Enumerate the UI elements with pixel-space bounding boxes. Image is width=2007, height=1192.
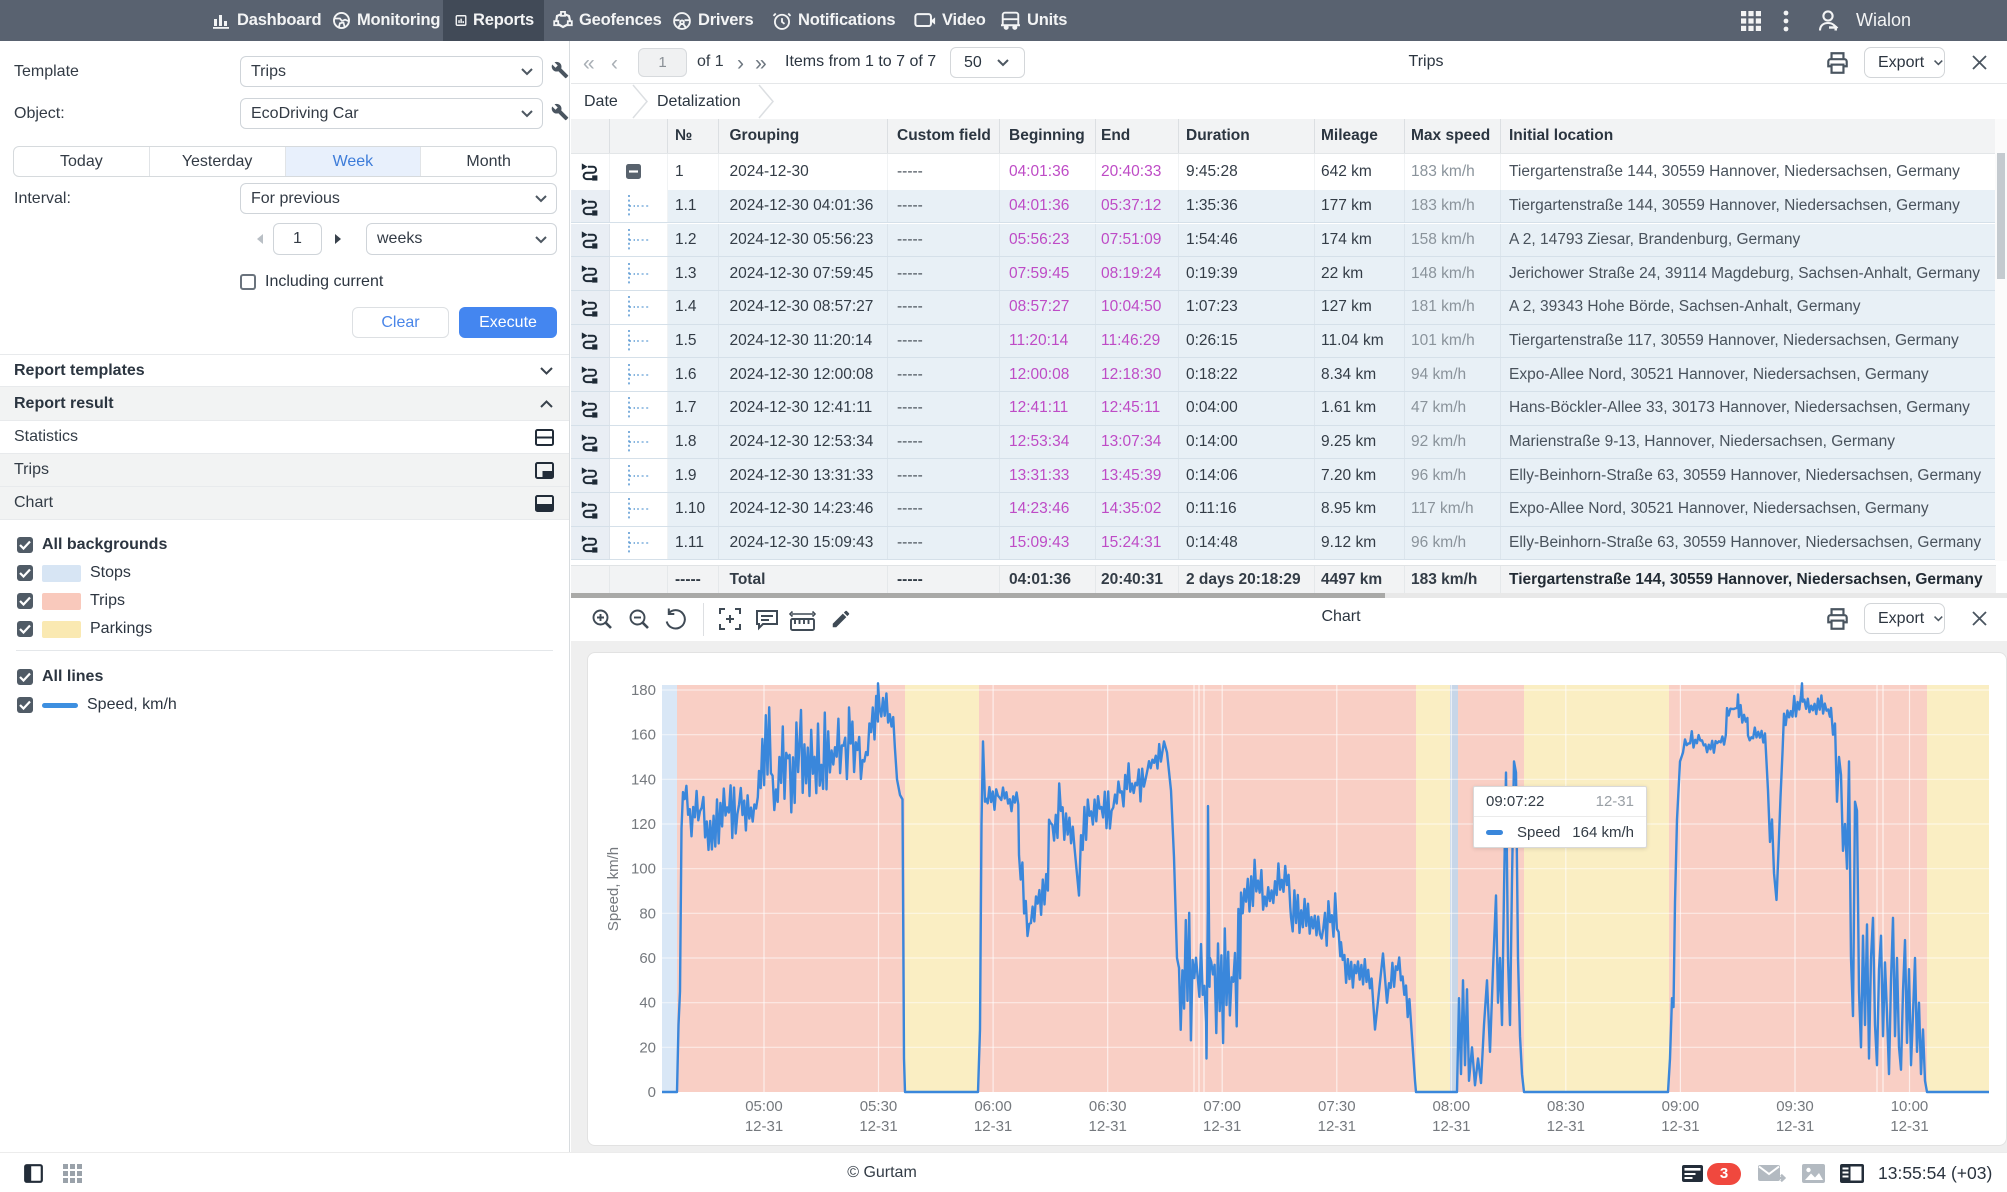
svg-text:09:30: 09:30 bbox=[1776, 1098, 1814, 1115]
svg-text:120: 120 bbox=[631, 816, 656, 833]
svg-text:12-31: 12-31 bbox=[859, 1118, 897, 1135]
svg-text:12-31: 12-31 bbox=[1890, 1118, 1928, 1135]
svg-text:100: 100 bbox=[631, 861, 656, 878]
svg-text:06:00: 06:00 bbox=[974, 1098, 1012, 1115]
svg-text:05:00: 05:00 bbox=[745, 1098, 783, 1115]
svg-text:12-31: 12-31 bbox=[1776, 1118, 1814, 1135]
svg-text:12-31: 12-31 bbox=[1432, 1118, 1470, 1135]
svg-text:09:00: 09:00 bbox=[1662, 1098, 1700, 1115]
svg-text:140: 140 bbox=[631, 771, 656, 788]
svg-text:12-31: 12-31 bbox=[1547, 1118, 1585, 1135]
svg-text:06:30: 06:30 bbox=[1089, 1098, 1127, 1115]
svg-text:12-31: 12-31 bbox=[1318, 1118, 1356, 1135]
svg-text:60: 60 bbox=[639, 950, 656, 967]
svg-text:07:30: 07:30 bbox=[1318, 1098, 1356, 1115]
svg-text:12-31: 12-31 bbox=[1203, 1118, 1241, 1135]
svg-text:07:00: 07:00 bbox=[1203, 1098, 1241, 1115]
svg-text:12-31: 12-31 bbox=[745, 1118, 783, 1135]
svg-text:160: 160 bbox=[631, 727, 656, 744]
svg-text:10:00: 10:00 bbox=[1891, 1098, 1929, 1115]
svg-text:12-31: 12-31 bbox=[1089, 1118, 1127, 1135]
svg-text:Speed, km/h: Speed, km/h bbox=[605, 847, 622, 931]
svg-text:12-31: 12-31 bbox=[974, 1118, 1012, 1135]
svg-text:05:30: 05:30 bbox=[860, 1098, 898, 1115]
svg-text:12-31: 12-31 bbox=[1661, 1118, 1699, 1135]
svg-text:08:30: 08:30 bbox=[1547, 1098, 1585, 1115]
svg-text:08:00: 08:00 bbox=[1433, 1098, 1471, 1115]
svg-text:40: 40 bbox=[639, 995, 656, 1012]
svg-text:20: 20 bbox=[639, 1039, 656, 1056]
svg-text:0: 0 bbox=[648, 1084, 656, 1101]
svg-text:80: 80 bbox=[639, 905, 656, 922]
svg-text:180: 180 bbox=[631, 682, 656, 699]
